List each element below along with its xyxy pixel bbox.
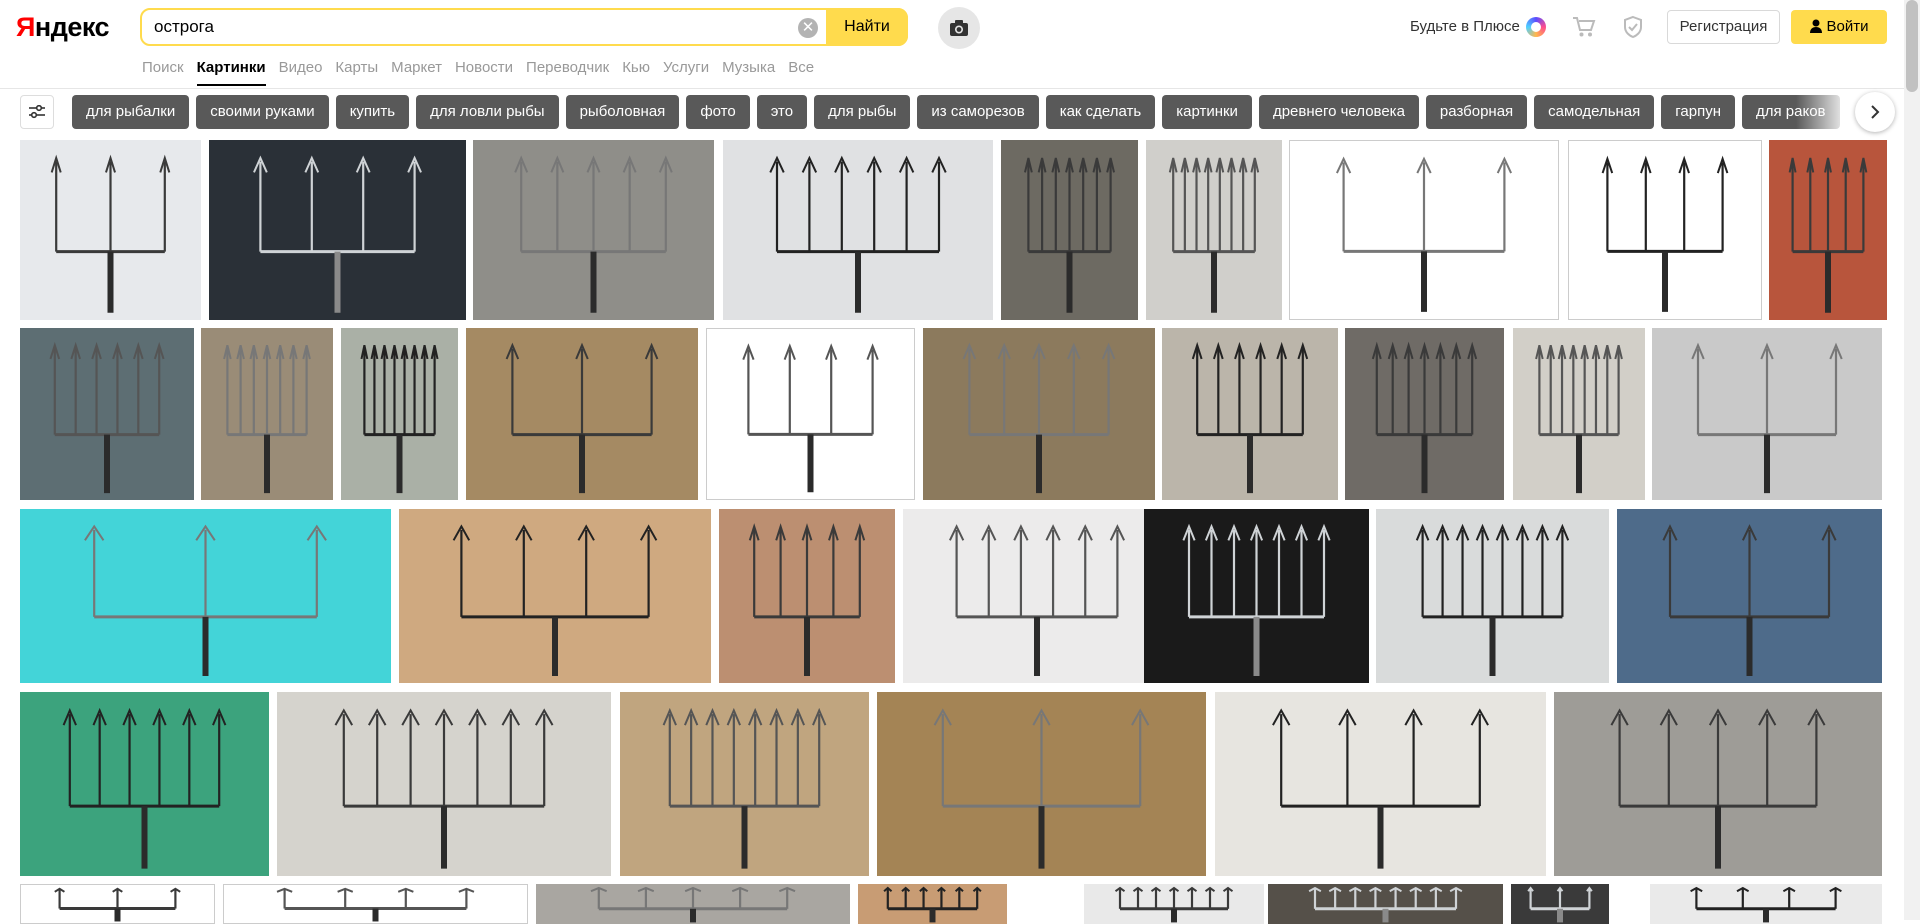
image-thumbnail[interactable] (719, 509, 895, 683)
tag-chip[interactable]: это (756, 95, 808, 129)
image-thumbnail[interactable] (1769, 140, 1887, 320)
filter-button[interactable] (20, 95, 54, 129)
image-thumbnail[interactable] (20, 328, 194, 500)
image-thumbnail[interactable] (536, 884, 850, 924)
tag-chip[interactable]: купить (335, 95, 410, 129)
image-thumbnail[interactable] (20, 692, 269, 876)
related-tags: для рыбалки своими руками купить для ловли … (72, 95, 1872, 129)
nav-item[interactable]: Новости (455, 58, 513, 86)
nav-item[interactable]: Видео (279, 58, 323, 86)
nav-item[interactable]: Маркет (391, 58, 442, 86)
header: Яндекс ✕ Найти Будьте в Плюсе Регистраци… (0, 0, 1920, 89)
image-thumbnail[interactable] (209, 140, 466, 320)
image-thumbnail[interactable] (706, 328, 915, 500)
image-thumbnail[interactable] (1215, 692, 1546, 876)
image-thumbnail[interactable] (1289, 140, 1559, 320)
yandex-logo[interactable]: Яндекс (16, 12, 110, 43)
image-thumbnail[interactable] (1511, 884, 1609, 924)
image-thumbnail[interactable] (20, 509, 391, 683)
image-thumbnail[interactable] (223, 884, 528, 924)
plus-icon[interactable] (1526, 17, 1546, 37)
tags-next-button[interactable] (1855, 92, 1895, 132)
plus-promo-text[interactable]: Будьте в Плюсе (1410, 18, 1520, 35)
image-thumbnail[interactable] (466, 328, 698, 500)
logo-rest: ндекс (34, 12, 110, 42)
image-thumbnail[interactable] (1617, 509, 1882, 683)
image-thumbnail[interactable] (1652, 328, 1882, 500)
image-thumbnail[interactable] (620, 692, 869, 876)
image-thumbnail[interactable] (923, 328, 1155, 500)
close-icon[interactable]: ✕ (798, 18, 818, 38)
shield-icon[interactable] (1622, 15, 1644, 39)
image-thumbnail[interactable] (1144, 509, 1369, 683)
tag-chip[interactable]: как сделать (1045, 95, 1156, 129)
service-nav: Поиск Картинки Видео Карты Маркет Новости Пере… (142, 58, 827, 86)
nav-item[interactable]: Поиск (142, 58, 184, 86)
tag-chip[interactable]: гарпун (1661, 95, 1735, 129)
image-thumbnail[interactable] (1513, 328, 1645, 500)
image-thumbnail[interactable] (1376, 509, 1609, 683)
person-icon (1809, 12, 1822, 46)
nav-item[interactable]: Карты (335, 58, 378, 86)
image-thumbnail[interactable] (1345, 328, 1504, 500)
image-thumbnail[interactable] (1568, 140, 1762, 320)
image-thumbnail[interactable] (399, 509, 711, 683)
image-thumbnail[interactable] (20, 884, 215, 924)
image-thumbnail[interactable] (277, 692, 611, 876)
tag-chip[interactable]: для рыбалки (72, 95, 190, 129)
search-input[interactable] (154, 10, 794, 44)
image-thumbnail[interactable] (1146, 140, 1282, 320)
tag-chip[interactable]: фото (686, 95, 750, 129)
chevron-right-icon (1871, 105, 1880, 119)
logo-letter: Я (16, 12, 35, 42)
image-thumbnail[interactable] (1001, 140, 1138, 320)
image-thumbnail[interactable] (473, 140, 714, 320)
nav-item[interactable]: Музыка (722, 58, 775, 86)
image-thumbnail[interactable] (877, 692, 1206, 876)
image-thumbnail[interactable] (1650, 884, 1882, 924)
nav-item[interactable]: Все (788, 58, 814, 86)
login-button[interactable]: Войти (1791, 10, 1887, 44)
tag-chip[interactable]: самодельная (1534, 95, 1655, 129)
nav-item[interactable]: Картинки (196, 58, 266, 86)
login-label: Войти (1826, 18, 1869, 35)
register-button[interactable]: Регистрация (1667, 10, 1780, 44)
image-thumbnail[interactable] (1268, 884, 1503, 924)
scrollbar-thumb[interactable] (1906, 0, 1918, 92)
camera-search-button[interactable] (938, 7, 980, 49)
tag-chip[interactable]: для ловли рыбы (416, 95, 559, 129)
tag-chip[interactable]: рыболовная (565, 95, 680, 129)
image-thumbnail[interactable] (723, 140, 993, 320)
tag-chip[interactable]: древнего человека (1258, 95, 1419, 129)
camera-icon (950, 20, 968, 36)
page-scrollbar[interactable] (1904, 0, 1920, 920)
search-box: ✕ Найти (140, 8, 908, 46)
nav-item[interactable]: Кью (622, 58, 650, 86)
sliders-icon (29, 105, 45, 119)
image-thumbnail[interactable] (341, 328, 458, 500)
image-thumbnail[interactable] (1554, 692, 1882, 876)
image-thumbnail[interactable] (20, 140, 201, 320)
search-button[interactable]: Найти (826, 8, 908, 46)
image-thumbnail[interactable] (903, 509, 1171, 683)
image-thumbnail[interactable] (201, 328, 333, 500)
nav-item[interactable]: Услуги (663, 58, 709, 86)
cart-icon[interactable] (1572, 16, 1596, 38)
nav-item[interactable]: Переводчик (526, 58, 609, 86)
tag-chip[interactable]: картинки (1162, 95, 1252, 129)
tag-chip[interactable]: из саморезов (917, 95, 1039, 129)
image-thumbnail[interactable] (1162, 328, 1338, 500)
tag-chip[interactable]: своими руками (196, 95, 329, 129)
image-thumbnail[interactable] (858, 884, 1007, 924)
tag-chip[interactable]: для рыбы (814, 95, 911, 129)
image-thumbnail[interactable] (1084, 884, 1264, 924)
tag-chip[interactable]: разборная (1425, 95, 1528, 129)
